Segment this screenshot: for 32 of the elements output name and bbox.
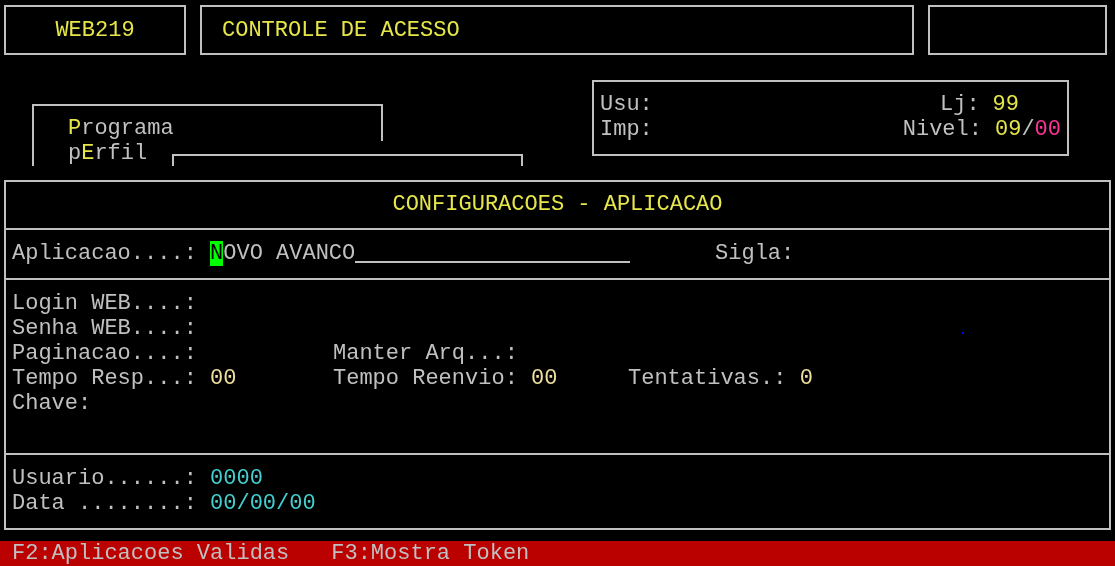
- field-value[interactable]: 0: [799, 365, 813, 391]
- menu-item[interactable]: Programa: [68, 116, 174, 141]
- audit-label: Usuario......:: [12, 465, 198, 491]
- application-field[interactable]: NOVO AVANCO: [210, 241, 631, 267]
- field-label: Tempo Reenvio:: [333, 365, 519, 391]
- field-label: Tempo Resp...:: [12, 365, 198, 391]
- field-label: Chave:: [12, 390, 93, 416]
- audit-value: 00/00/00: [210, 490, 316, 516]
- field-label: Paginacao....:: [12, 340, 198, 366]
- menu-item[interactable]: pErfil: [68, 141, 148, 166]
- field-value[interactable]: 00: [210, 365, 237, 391]
- field-label: Login WEB....:: [12, 290, 198, 316]
- panel-title: CONFIGURACOES - APLICACAO: [392, 192, 723, 218]
- audit-label: Data ........:: [12, 490, 198, 516]
- audit-value: 0000: [210, 465, 263, 491]
- acronym-label: Sigla:: [715, 241, 795, 267]
- level-label: Nivel:: [902, 117, 982, 142]
- function-key[interactable]: F2:Aplicacoes Validas: [12, 541, 290, 566]
- program-code-panel: WEB219: [4, 5, 186, 55]
- store-label: Lj:: [940, 92, 980, 117]
- field-label: Tentativas.:: [628, 365, 788, 391]
- store-value: 99: [992, 92, 1019, 117]
- application-label: Aplicacao....:: [12, 241, 198, 267]
- title-panel: CONTROLE DE ACESSO: [200, 5, 914, 55]
- level-value: 09/00: [995, 117, 1061, 142]
- printer-label: Imp:: [600, 117, 653, 142]
- dot-mark: [962, 331, 964, 334]
- field-value[interactable]: 00: [531, 365, 558, 391]
- field-label: Manter Arq...:: [333, 340, 519, 366]
- user-label: Usu:: [600, 92, 653, 117]
- function-key[interactable]: F3:Mostra Token: [331, 541, 530, 566]
- field-label: Senha WEB....:: [12, 315, 198, 341]
